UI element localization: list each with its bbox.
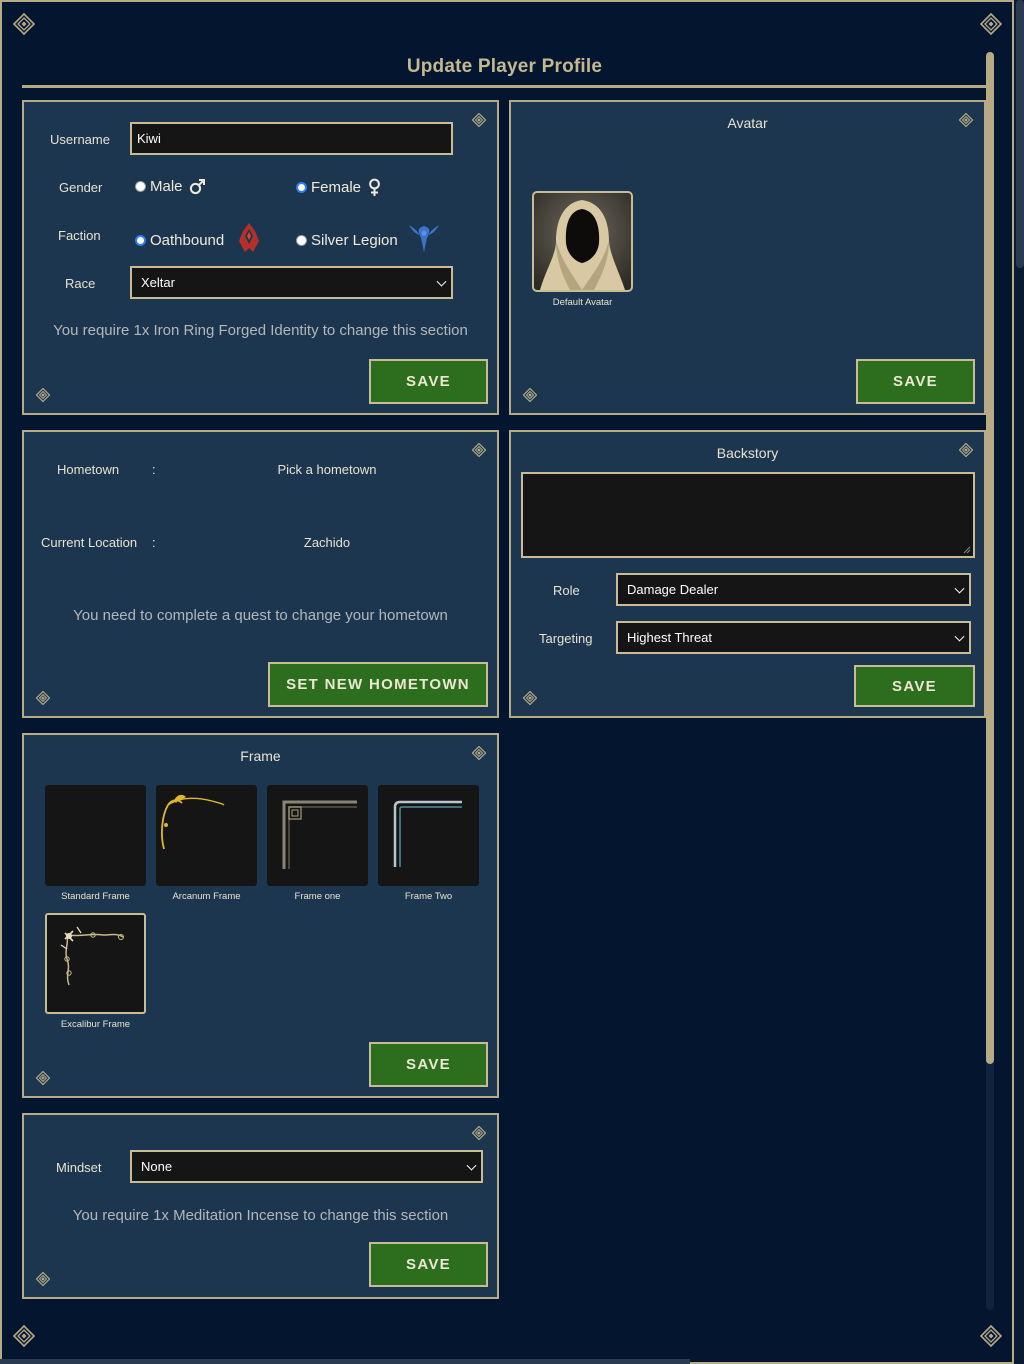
default-avatar-image[interactable] — [532, 191, 633, 292]
panel-corner-icon — [472, 443, 486, 457]
male-symbol-icon — [189, 179, 205, 195]
faction-silver-legion-radio[interactable]: Silver Legion — [296, 225, 440, 254]
panel-corner-icon — [472, 1126, 486, 1140]
faction-label: Faction — [58, 228, 101, 243]
page-title: Update Player Profile — [406, 56, 603, 77]
frame-option-frame-two[interactable] — [378, 785, 479, 886]
corner-ornament-icon — [13, 13, 35, 35]
panel-corner-icon — [523, 388, 537, 402]
gender-label: Gender — [59, 180, 103, 195]
scrollbar-thumb[interactable] — [986, 52, 994, 1064]
role-select-value: Damage Dealer — [627, 582, 719, 597]
mindset-label: Mindset — [56, 1160, 102, 1175]
panel-corner-icon — [36, 1272, 50, 1286]
gender-male-label: Male — [150, 178, 183, 195]
faction-oathbound-label: Oathbound — [150, 231, 225, 249]
corner-ornament-icon — [980, 13, 1002, 35]
current-location-label: Current Location — [41, 535, 138, 550]
avatar-panel: Avatar Default Avatar SAVE — [509, 100, 986, 415]
corner-ornament-icon — [13, 1325, 35, 1347]
excalibur-frame-preview-icon — [60, 926, 124, 986]
username-label: Username — [50, 132, 110, 147]
panel-corner-icon — [36, 388, 50, 402]
targeting-select[interactable]: Highest Threat — [616, 621, 971, 654]
frame-two-preview-icon — [393, 800, 462, 867]
frame-option-arcanum[interactable] — [156, 785, 257, 886]
chevron-down-icon — [954, 631, 965, 642]
frame-option-excalibur[interactable] — [45, 913, 146, 1014]
mindset-select-value: None — [141, 1159, 173, 1174]
frame-option-frame-one[interactable] — [267, 785, 368, 886]
current-location-value: Zachido — [303, 535, 351, 550]
gender-male-radio[interactable]: Male — [135, 178, 206, 195]
frame-one-preview-icon — [282, 800, 357, 869]
radio-button[interactable] — [135, 181, 146, 192]
horizontal-scrollbar[interactable] — [0, 1359, 690, 1364]
username-input[interactable]: Kiwi — [130, 122, 453, 155]
window-scrollbar[interactable] — [1016, 0, 1024, 268]
mindset-requirement-note: You require 1x Meditation Incense to cha… — [72, 1207, 449, 1224]
radio-button-selected[interactable] — [135, 234, 146, 246]
mindset-panel: Mindset None You require 1x Meditation I… — [22, 1113, 499, 1299]
oathbound-emblem-icon — [239, 223, 260, 252]
role-label: Role — [553, 583, 580, 598]
identity-save-button[interactable]: SAVE — [369, 359, 488, 404]
frame-option-label: Excalibur Frame — [60, 1019, 131, 1030]
identity-panel: Username Kiwi Gender Male Female Faction… — [22, 100, 499, 415]
panel-corner-icon — [36, 691, 50, 705]
frame-option-label: Arcanum Frame — [172, 891, 241, 902]
avatar-caption: Default Avatar — [552, 297, 613, 308]
race-label: Race — [65, 276, 96, 291]
race-select-value: Xeltar — [141, 275, 175, 290]
chevron-down-icon — [466, 1160, 477, 1171]
arcanum-frame-preview-icon — [161, 794, 225, 850]
gender-female-label: Female — [311, 179, 362, 196]
role-select[interactable]: Damage Dealer — [616, 573, 971, 606]
hometown-panel: Hometown : Pick a hometown Current Locat… — [22, 430, 499, 718]
backstory-save-button[interactable]: SAVE — [854, 665, 975, 707]
targeting-label: Targeting — [539, 631, 593, 646]
backstory-title: Backstory — [716, 445, 779, 461]
avatar-save-button[interactable]: SAVE — [856, 359, 975, 404]
frame-option-label: Frame one — [294, 891, 341, 902]
corner-ornament-icon — [980, 1325, 1002, 1347]
frame-save-button[interactable]: SAVE — [369, 1042, 488, 1087]
hometown-label: Hometown — [57, 462, 120, 477]
current-location-separator: : — [152, 535, 156, 550]
hometown-note: You need to complete a quest to change y… — [73, 607, 448, 624]
frame-option-label: Frame Two — [404, 891, 453, 902]
targeting-select-value: Highest Threat — [627, 630, 713, 645]
panel-corner-icon — [472, 113, 486, 127]
frame-option-label: Standard Frame — [61, 891, 130, 902]
backstory-textarea[interactable] — [521, 472, 975, 558]
frame-panel: Frame Standard Frame Arcanum Frame Frame… — [22, 733, 499, 1098]
identity-requirement-note: You require 1x Iron Ring Forged Identity… — [53, 322, 468, 339]
female-symbol-icon — [369, 178, 380, 196]
avatar-title: Avatar — [727, 115, 768, 131]
faction-silver-legion-label: Silver Legion — [311, 231, 398, 249]
race-select[interactable]: Xeltar — [130, 266, 453, 299]
chevron-down-icon — [436, 276, 447, 287]
panel-corner-icon — [36, 1071, 50, 1085]
radio-button-selected[interactable] — [296, 182, 307, 193]
panel-corner-icon — [523, 691, 537, 705]
mindset-save-button[interactable]: SAVE — [369, 1242, 488, 1287]
resize-handle-icon[interactable] — [963, 546, 971, 554]
hometown-separator: : — [152, 462, 156, 477]
frame-option-standard[interactable] — [45, 785, 146, 886]
page-header: Update Player Profile — [22, 52, 987, 88]
radio-button[interactable] — [296, 234, 307, 246]
mindset-select[interactable]: None — [130, 1150, 483, 1183]
gender-female-radio[interactable]: Female — [296, 178, 381, 197]
silver-legion-emblem-icon — [408, 225, 439, 252]
faction-oathbound-radio[interactable]: Oathbound — [135, 223, 260, 254]
backstory-panel: Backstory Role Damage Dealer Targeting H… — [509, 430, 986, 718]
frame-title: Frame — [240, 748, 281, 764]
hometown-value: Pick a hometown — [277, 462, 377, 477]
chevron-down-icon — [954, 583, 965, 594]
set-new-hometown-button[interactable]: SET NEW HOMETOWN — [268, 662, 488, 707]
